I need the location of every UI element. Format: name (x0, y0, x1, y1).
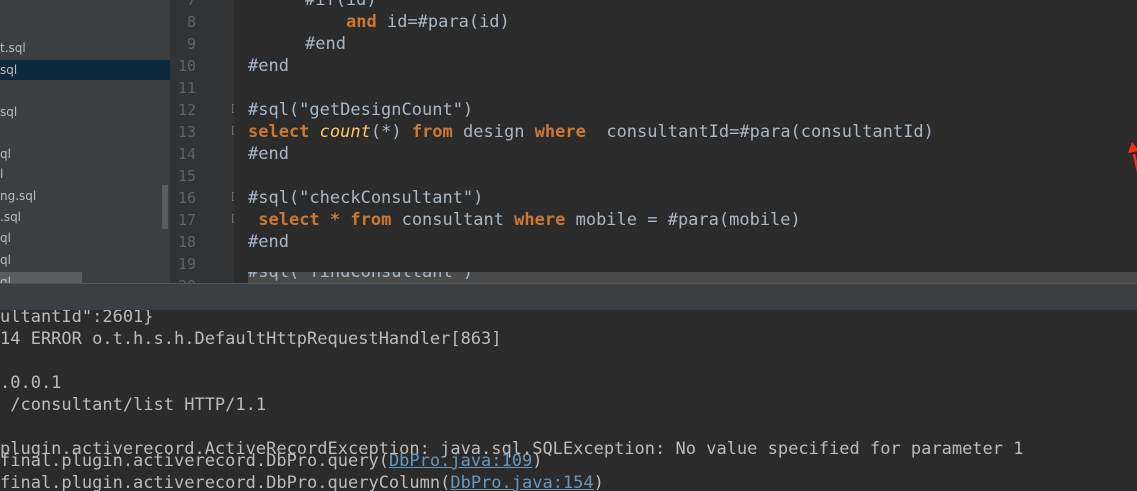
sidebar-horizontal-scrollbar[interactable] (0, 272, 82, 283)
stacktrace-link[interactable]: DbPro.java:154 (450, 473, 593, 491)
line-number[interactable]: 8 (170, 11, 196, 33)
tool-window-divider[interactable] (0, 283, 1137, 310)
line-number[interactable]: 18 (170, 231, 196, 253)
line-number[interactable]: 10 (170, 55, 196, 77)
line-number[interactable]: 11 (170, 77, 196, 99)
console-line-9: final.plugin.activerecord.DbPro.queryCol… (0, 473, 604, 491)
project-file-item[interactable]: ql (0, 272, 11, 283)
console-line: /consultant/list HTTP/1.1 (0, 395, 267, 415)
code-line-20-current: #sql("findConsultant") (248, 272, 1137, 283)
console-line: 14 ERROR o.t.h.s.h.DefaultHttpRequestHan… (0, 329, 502, 349)
editor-gutter: 7891011121314151617181920 (170, 0, 240, 295)
sidebar-scrollbar[interactable] (162, 185, 168, 229)
code-line-14: #end (248, 144, 289, 164)
line-number[interactable]: 12 (170, 99, 196, 121)
code-line-10: #end (248, 56, 289, 76)
project-file-item[interactable]: ng.sql (0, 186, 36, 206)
code-line-16: #sql("checkConsultant") (248, 188, 484, 208)
line-number[interactable]: 7 (170, 0, 196, 11)
code-line-17: select * from consultant where mobile = … (258, 210, 801, 230)
code-line-9: #end (305, 34, 346, 54)
line-number[interactable]: 13 (170, 121, 196, 143)
code-line-12: #sql("getDesignCount") (248, 100, 474, 120)
project-file-item[interactable]: .sql (0, 207, 21, 227)
project-file-item[interactable]: ql (0, 250, 11, 270)
project-file-item[interactable]: t.sql (0, 38, 26, 58)
code-line-18: #end (248, 232, 289, 252)
code-line-7: #if(id) (305, 0, 377, 10)
line-number[interactable]: 19 (170, 253, 196, 275)
console-line: plugin.activerecord.ActiveRecordExceptio… (0, 439, 1024, 459)
run-console[interactable]: final.plugin.activerecord.DbPro.query(Db… (0, 310, 1137, 491)
project-file-item[interactable]: ql (0, 228, 11, 248)
line-number[interactable]: 9 (170, 33, 196, 55)
line-number[interactable]: 15 (170, 165, 196, 187)
project-sidebar: t.sql sql sql ql l ng.sql .sql ql ql ql (0, 0, 170, 283)
console-line: ultantId":2601} (0, 310, 154, 327)
line-number[interactable]: 16 (170, 187, 196, 209)
red-arrow-icon (1128, 142, 1137, 173)
project-file-item[interactable]: ql (0, 144, 11, 164)
project-file-item[interactable]: sql (0, 60, 170, 80)
code-line-13: select count(*) from design where consul… (248, 122, 934, 142)
console-line: .0.0.1 (0, 373, 62, 393)
code-line-8: and id=#para(id) (346, 12, 510, 32)
line-number[interactable]: 17 (170, 209, 196, 231)
code-editor[interactable]: #if(id) and id=#para(id) #end #end #sql(… (234, 0, 1137, 283)
project-file-item[interactable]: sql (0, 102, 17, 122)
line-number[interactable]: 14 (170, 143, 196, 165)
project-file-item[interactable]: l (0, 164, 3, 184)
